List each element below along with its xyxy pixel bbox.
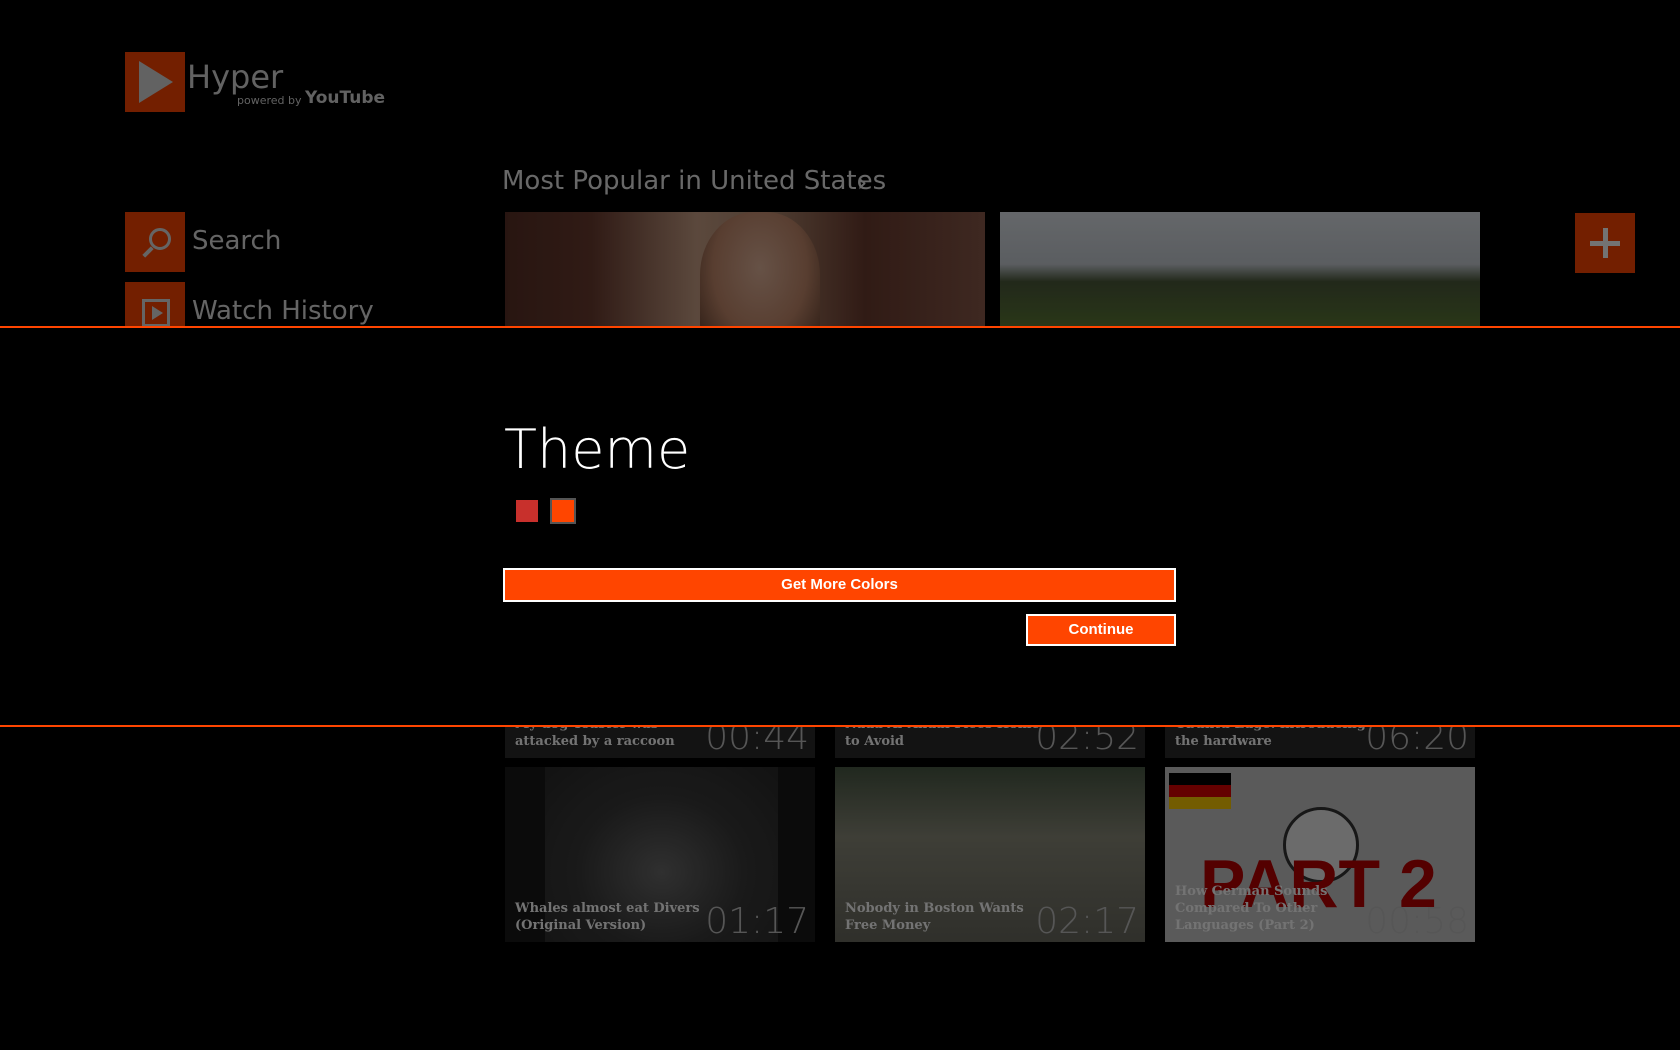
- video-duration: 02:17: [1035, 901, 1139, 942]
- theme-swatch-red[interactable]: [514, 498, 540, 524]
- video-duration: 06:20: [1365, 722, 1469, 758]
- video-tile[interactable]: Nobody in Boston Wants Free Money 02:17: [835, 767, 1145, 942]
- chevron-right-icon[interactable]: ›: [857, 168, 867, 198]
- section-title[interactable]: Most Popular in United States: [502, 166, 886, 196]
- video-tile[interactable]: Ubuntu Edge: introducing the hardware 06…: [1165, 722, 1475, 758]
- play-logo-icon: [125, 52, 185, 112]
- youtube-brand: YouTube: [305, 88, 386, 108]
- germany-flag-icon: [1169, 773, 1231, 809]
- sidebar-item-search[interactable]: Search: [125, 212, 425, 272]
- get-more-colors-button[interactable]: Get More Colors: [503, 568, 1176, 602]
- video-title: How German Sounds Compared To Other Lang…: [1175, 884, 1328, 933]
- video-title: Nobody in Boston Wants Free Money: [845, 901, 1024, 933]
- video-tile[interactable]: 11-Year-Old Yemeni Girl Nada Al-Ahdal Fl…: [835, 722, 1145, 758]
- add-button[interactable]: [1575, 213, 1635, 273]
- video-duration: 02:52: [1035, 722, 1139, 758]
- powered-by-label: powered by: [237, 94, 302, 107]
- app-title: Hyper: [187, 58, 284, 96]
- dialog-title: Theme: [504, 418, 691, 481]
- sidebar-item-label: Search: [192, 226, 282, 256]
- video-duration: 00:58: [1365, 901, 1469, 942]
- video-tile[interactable]: Whales almost eat Divers (Original Versi…: [505, 767, 815, 942]
- continue-button[interactable]: Continue: [1026, 614, 1176, 646]
- sidebar-item-label: Watch History: [192, 296, 374, 326]
- video-title: Whales almost eat Divers (Original Versi…: [515, 901, 700, 933]
- app-logo: Hyper powered by YouTube: [125, 52, 385, 112]
- video-tile[interactable]: PART 2 How German Sounds Compared To Oth…: [1165, 767, 1475, 942]
- search-icon: [125, 212, 185, 272]
- featured-video-thumbnail[interactable]: [1000, 212, 1480, 328]
- theme-swatch-orange[interactable]: [549, 497, 577, 525]
- featured-video-thumbnail[interactable]: [505, 212, 985, 328]
- video-tile[interactable]: My dog Toaster was attacked by a raccoon…: [505, 722, 815, 758]
- video-duration: 01:17: [705, 901, 809, 942]
- theme-dialog: Theme Get More Colors Continue: [0, 326, 1680, 727]
- video-duration: 00:44: [705, 722, 809, 758]
